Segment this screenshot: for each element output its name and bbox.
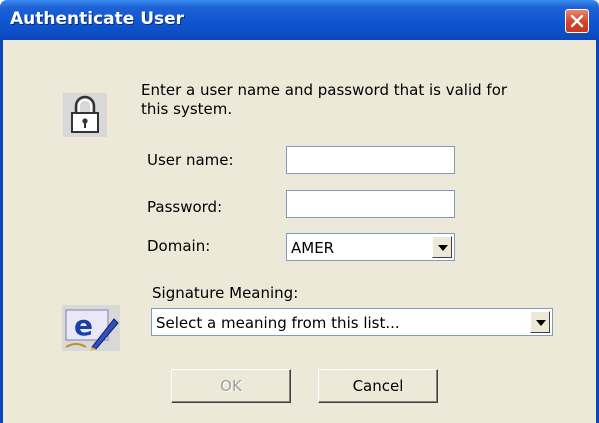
- ok-button[interactable]: OK: [171, 369, 291, 403]
- instruction-text: Enter a user name and password that is v…: [141, 81, 508, 118]
- password-label: Password:: [147, 198, 223, 216]
- window-title: Authenticate User: [10, 9, 185, 29]
- e-signature-icon: e: [62, 305, 120, 351]
- ok-label: OK: [220, 377, 242, 395]
- chevron-down-icon[interactable]: [530, 311, 550, 333]
- user-name-label: User name:: [147, 151, 234, 169]
- domain-value: AMER: [291, 239, 335, 257]
- signature-meaning-value: Select a meaning from this list...: [156, 314, 400, 332]
- cancel-label: Cancel: [352, 377, 404, 395]
- domain-label: Domain:: [147, 237, 211, 255]
- svg-text:e: e: [74, 309, 93, 342]
- user-name-field[interactable]: [286, 146, 455, 174]
- signature-meaning-dropdown[interactable]: Select a meaning from this list...: [151, 308, 553, 336]
- password-field[interactable]: [286, 190, 455, 218]
- lock-icon: [63, 93, 107, 137]
- cancel-button[interactable]: Cancel: [318, 369, 438, 403]
- authenticate-user-dialog: Authenticate User Enter a user name and …: [0, 0, 599, 423]
- close-button[interactable]: [565, 9, 589, 33]
- title-bar[interactable]: Authenticate User: [0, 0, 599, 40]
- domain-dropdown[interactable]: AMER: [286, 233, 455, 261]
- chevron-down-icon[interactable]: [432, 236, 452, 258]
- signature-meaning-label: Signature Meaning:: [152, 284, 299, 302]
- close-icon: [570, 14, 584, 28]
